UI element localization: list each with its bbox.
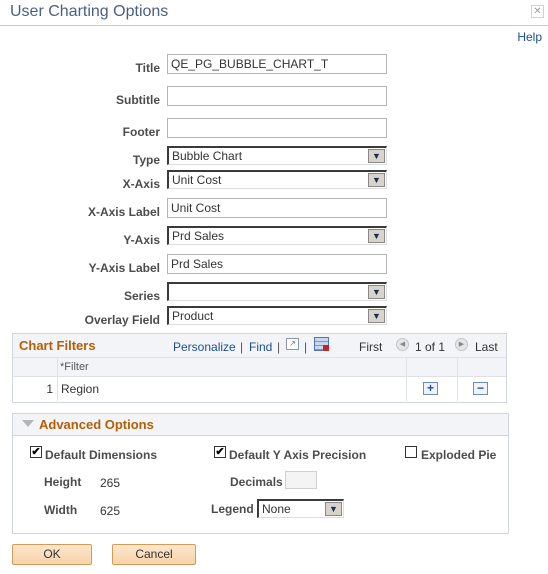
last-link[interactable]: Last bbox=[475, 340, 498, 354]
next-icon[interactable]: ▶ bbox=[455, 338, 468, 351]
x-axis-label-label: X-Axis Label bbox=[87, 205, 160, 219]
cancel-button[interactable]: Cancel bbox=[112, 544, 196, 565]
grid-column-header: *Filter bbox=[13, 358, 506, 377]
separator: | bbox=[304, 340, 308, 354]
decimals-label: Decimals bbox=[230, 475, 283, 489]
title-label: Title bbox=[135, 61, 160, 75]
add-row-button[interactable]: + bbox=[423, 382, 438, 395]
chevron-down-icon[interactable]: ▼ bbox=[325, 502, 342, 516]
default-dimensions-label: Default Dimensions bbox=[45, 448, 158, 462]
view-all-icon[interactable]: ↗ bbox=[286, 338, 299, 350]
chevron-down-icon[interactable]: ▼ bbox=[368, 229, 385, 243]
height-value: 265 bbox=[100, 476, 121, 490]
filter-column-header: *Filter bbox=[60, 361, 89, 373]
page-indicator: 1 of 1 bbox=[415, 340, 446, 354]
x-axis-select[interactable]: Unit Cost ▼ bbox=[167, 170, 387, 189]
column-divider bbox=[57, 377, 58, 401]
x-axis-label-input[interactable] bbox=[167, 198, 387, 218]
legend-label: Legend bbox=[211, 502, 254, 516]
delete-row-button[interactable]: − bbox=[473, 382, 488, 395]
chevron-down-icon[interactable]: ▼ bbox=[368, 309, 385, 323]
grid-title: Chart Filters bbox=[19, 338, 96, 353]
collapse-triangle-icon[interactable] bbox=[22, 420, 34, 427]
separator: | bbox=[240, 340, 244, 354]
width-value: 625 bbox=[100, 504, 121, 518]
y-axis-label-label: Y-Axis Label bbox=[88, 261, 160, 275]
column-divider bbox=[57, 358, 58, 376]
download-grid-icon[interactable] bbox=[314, 337, 329, 351]
ok-button[interactable]: OK bbox=[12, 544, 92, 565]
y-axis-label-input[interactable] bbox=[167, 254, 387, 274]
default-y-precision-checkbox[interactable]: ✔ bbox=[214, 446, 226, 458]
subtitle-label: Subtitle bbox=[116, 93, 160, 107]
exploded-pie-checkbox[interactable] bbox=[405, 446, 417, 458]
chevron-down-icon[interactable]: ▼ bbox=[368, 173, 385, 187]
x-axis-label: X-Axis bbox=[122, 177, 160, 191]
type-select[interactable]: Bubble Chart ▼ bbox=[167, 146, 387, 165]
overlay-field-value: Product bbox=[172, 309, 214, 323]
row-number: 1 bbox=[46, 382, 53, 396]
type-value: Bubble Chart bbox=[172, 149, 243, 163]
advanced-options-header[interactable]: Advanced Options bbox=[13, 414, 508, 436]
help-link[interactable]: Help bbox=[517, 30, 542, 44]
chevron-down-icon[interactable]: ▼ bbox=[368, 285, 385, 299]
footer-input[interactable] bbox=[167, 118, 387, 138]
dialog-titlebar: User Charting Options ✕ bbox=[0, 0, 548, 26]
default-dimensions-checkbox[interactable]: ✔ bbox=[30, 446, 42, 458]
y-axis-select[interactable]: Prd Sales ▼ bbox=[167, 226, 387, 245]
width-label: Width bbox=[44, 503, 78, 517]
table-row: 1 Region + − bbox=[13, 377, 506, 401]
series-label: Series bbox=[123, 289, 160, 303]
legend-value: None bbox=[262, 502, 291, 516]
download-arrow bbox=[323, 345, 329, 351]
personalize-link[interactable]: Personalize bbox=[173, 340, 236, 354]
default-y-precision-label: Default Y Axis Precision bbox=[229, 448, 367, 462]
filter-value: Region bbox=[61, 382, 100, 396]
column-divider bbox=[457, 358, 458, 376]
chevron-down-icon[interactable]: ▼ bbox=[368, 149, 385, 163]
overlay-field-label: Overlay Field bbox=[84, 313, 160, 327]
dialog-title: User Charting Options bbox=[10, 3, 169, 20]
column-divider bbox=[406, 358, 407, 376]
x-axis-value: Unit Cost bbox=[172, 173, 222, 187]
footer-label: Footer bbox=[122, 125, 160, 139]
series-select[interactable]: ▼ bbox=[167, 282, 387, 301]
column-divider bbox=[457, 377, 458, 401]
y-axis-label: Y-Axis bbox=[123, 233, 160, 247]
decimals-input[interactable] bbox=[285, 471, 317, 489]
grid-header: Chart Filters Personalize | Find | ↗ | F… bbox=[13, 334, 506, 358]
prev-icon[interactable]: ◀ bbox=[396, 338, 409, 351]
type-label: Type bbox=[132, 153, 160, 167]
separator: | bbox=[277, 340, 281, 354]
first-link[interactable]: First bbox=[359, 340, 382, 354]
find-link[interactable]: Find bbox=[249, 340, 272, 354]
exploded-pie-label: Exploded Pie bbox=[421, 448, 497, 462]
y-axis-value: Prd Sales bbox=[172, 229, 225, 243]
legend-select[interactable]: None ▼ bbox=[257, 499, 344, 518]
column-divider bbox=[406, 377, 407, 401]
close-icon[interactable]: ✕ bbox=[531, 5, 544, 18]
advanced-options-title: Advanced Options bbox=[39, 417, 154, 432]
subtitle-input[interactable] bbox=[167, 86, 387, 106]
overlay-field-select[interactable]: Product ▼ bbox=[167, 306, 387, 325]
title-input[interactable] bbox=[167, 54, 387, 74]
chart-filters-grid: Chart Filters Personalize | Find | ↗ | F… bbox=[12, 333, 507, 403]
height-label: Height bbox=[44, 475, 82, 489]
